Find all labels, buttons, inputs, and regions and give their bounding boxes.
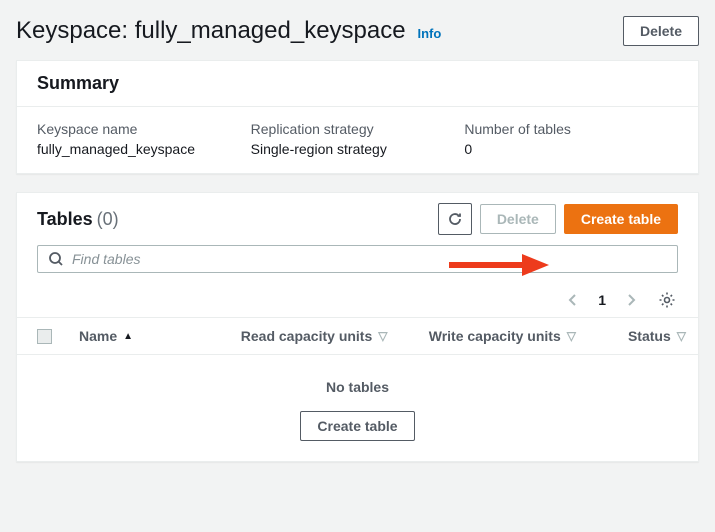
chevron-right-icon (626, 293, 636, 307)
column-name[interactable]: Name ▲ (79, 328, 199, 344)
select-all-checkbox[interactable] (37, 329, 52, 344)
replication-label: Replication strategy (251, 121, 445, 137)
keyspace-name-label: Keyspace name (37, 121, 231, 137)
num-tables-label: Number of tables (464, 121, 658, 137)
replication-value: Single-region strategy (251, 141, 445, 157)
refresh-button[interactable] (438, 203, 472, 235)
search-icon (48, 251, 64, 267)
table-header-row: Name ▲ Read capacity units ▽ Write capac… (17, 317, 698, 355)
info-link[interactable]: Info (417, 26, 441, 41)
sort-icon: ▽ (378, 329, 387, 343)
refresh-icon (447, 211, 463, 227)
page-number: 1 (598, 292, 606, 308)
gear-icon (658, 291, 676, 309)
tables-title: Tables (37, 209, 93, 229)
column-write-capacity[interactable]: Write capacity units ▽ (388, 328, 577, 344)
keyspace-name-value: fully_managed_keyspace (37, 141, 231, 157)
summary-title: Summary (37, 73, 678, 94)
tables-count: (0) (97, 209, 119, 229)
chevron-left-icon (568, 293, 578, 307)
search-box[interactable] (37, 245, 678, 273)
sort-asc-icon: ▲ (123, 331, 133, 342)
sort-icon: ▽ (677, 329, 686, 343)
column-status[interactable]: Status ▽ (576, 328, 686, 344)
delete-keyspace-button[interactable]: Delete (623, 16, 699, 46)
tables-panel: Tables (0) Delete Create table (16, 192, 699, 462)
summary-panel: Summary Keyspace name fully_managed_keys… (16, 60, 699, 174)
delete-table-button[interactable]: Delete (480, 204, 556, 234)
prev-page-button[interactable] (564, 289, 582, 311)
next-page-button[interactable] (622, 289, 640, 311)
page-title: Keyspace: fully_managed_keyspace (16, 17, 406, 44)
search-input[interactable] (72, 251, 667, 267)
empty-create-table-button[interactable]: Create table (300, 411, 414, 441)
create-table-button[interactable]: Create table (564, 204, 678, 234)
empty-message: No tables (17, 379, 698, 395)
sort-icon: ▽ (567, 329, 576, 343)
column-read-capacity[interactable]: Read capacity units ▽ (199, 328, 388, 344)
num-tables-value: 0 (464, 141, 658, 157)
settings-button[interactable] (656, 289, 678, 311)
